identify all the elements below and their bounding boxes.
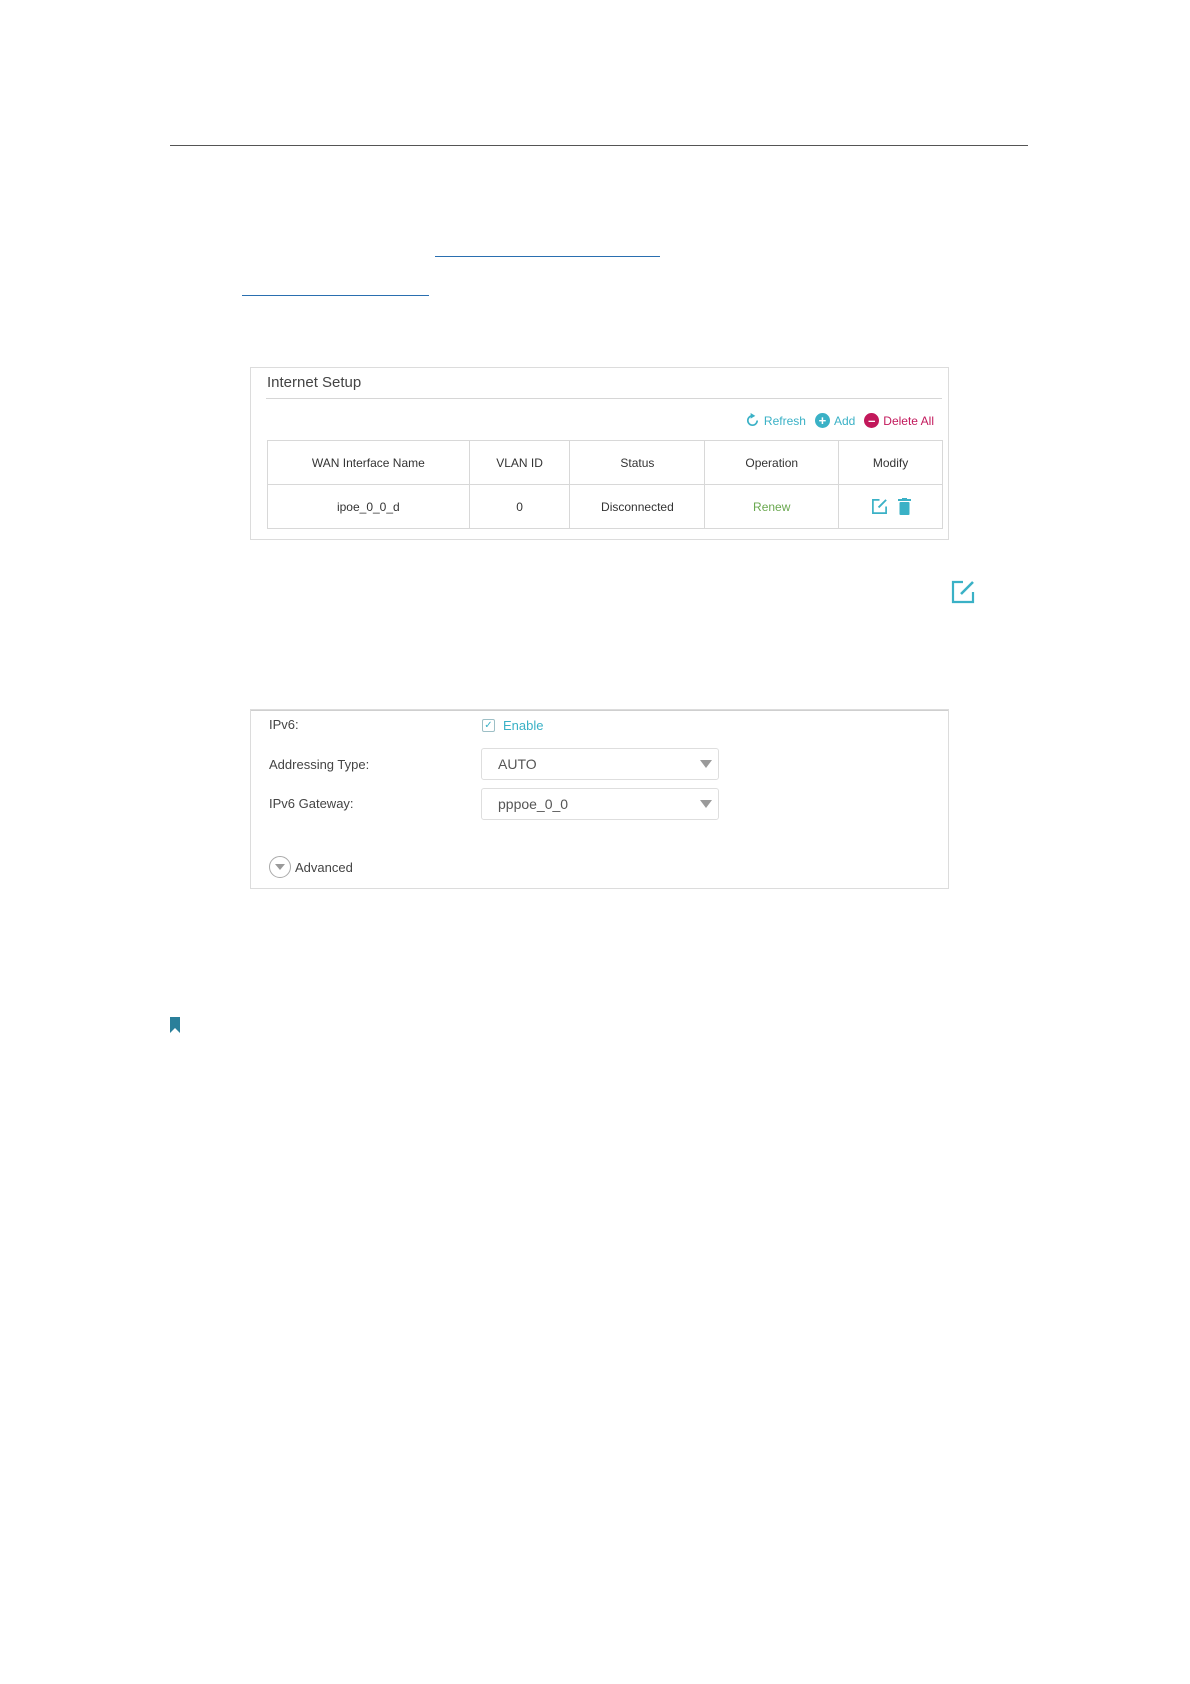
ipv6-enable-checkbox[interactable]: ✓ Enable	[482, 718, 543, 733]
header-rule	[170, 145, 1028, 146]
advanced-label: Advanced	[295, 859, 353, 875]
add-icon: +	[814, 413, 830, 428]
add-button[interactable]: + Add	[814, 413, 856, 428]
table-toolbar: Refresh + Add – Delete All	[745, 413, 934, 428]
addressing-type-value: AUTO	[498, 756, 537, 772]
chevron-down-icon	[700, 760, 712, 768]
cell-modify	[838, 484, 943, 529]
ipv6-settings-panel: IPv6: ✓ Enable Addressing Type: AUTO IPv…	[250, 709, 949, 889]
cell-status: Disconnected	[569, 484, 706, 529]
ipv6-gateway-label: IPv6 Gateway:	[269, 796, 354, 811]
checkbox-icon: ✓	[482, 719, 495, 732]
renew-button[interactable]: Renew	[753, 500, 790, 514]
delete-all-button[interactable]: – Delete All	[864, 413, 934, 428]
hyperlink-underline[interactable]	[435, 256, 660, 257]
column-header-operation: Operation	[704, 440, 840, 485]
advanced-toggle[interactable]: Advanced	[269, 856, 353, 878]
enable-label: Enable	[503, 718, 544, 733]
hyperlink-underline[interactable]	[242, 295, 429, 296]
chevron-down-icon	[700, 800, 712, 808]
addressing-type-select[interactable]: AUTO	[481, 748, 719, 780]
cell-operation: Renew	[704, 484, 840, 529]
panel-top-rule	[251, 710, 948, 711]
ipv6-gateway-select[interactable]: pppoe_0_0	[481, 788, 719, 820]
delete-icon: –	[864, 413, 880, 428]
addressing-type-label: Addressing Type:	[269, 757, 370, 772]
edit-icon[interactable]	[871, 498, 888, 515]
panel-title: Internet Setup	[267, 374, 362, 391]
add-label: Add	[833, 413, 856, 428]
column-header-modify: Modify	[838, 440, 943, 485]
column-header-status: Status	[569, 440, 706, 485]
table-row: ipoe_0_0_d 0 Disconnected Renew	[267, 484, 943, 529]
cell-wan-interface-name: ipoe_0_0_d	[267, 484, 470, 529]
title-divider	[266, 398, 942, 399]
cell-vlan-id: 0	[468, 484, 571, 529]
edit-icon	[951, 580, 975, 604]
delete-all-label: Delete All	[883, 413, 934, 428]
chevron-down-icon	[269, 856, 291, 878]
wan-table: WAN Interface Name VLAN ID Status Operat…	[267, 440, 943, 529]
trash-icon[interactable]	[897, 498, 911, 515]
refresh-label: Refresh	[763, 413, 806, 428]
table-header-row: WAN Interface Name VLAN ID Status Operat…	[267, 440, 943, 485]
bookmark-icon	[170, 1017, 180, 1033]
refresh-button[interactable]: Refresh	[745, 413, 806, 428]
internet-setup-panel: Internet Setup Refresh + Add – Delete Al…	[250, 367, 949, 540]
refresh-icon	[746, 413, 758, 426]
ipv6-label: IPv6:	[269, 717, 299, 732]
column-header-vlan-id: VLAN ID	[468, 440, 571, 485]
ipv6-gateway-value: pppoe_0_0	[498, 796, 569, 812]
column-header-wan-interface-name: WAN Interface Name	[267, 440, 470, 485]
